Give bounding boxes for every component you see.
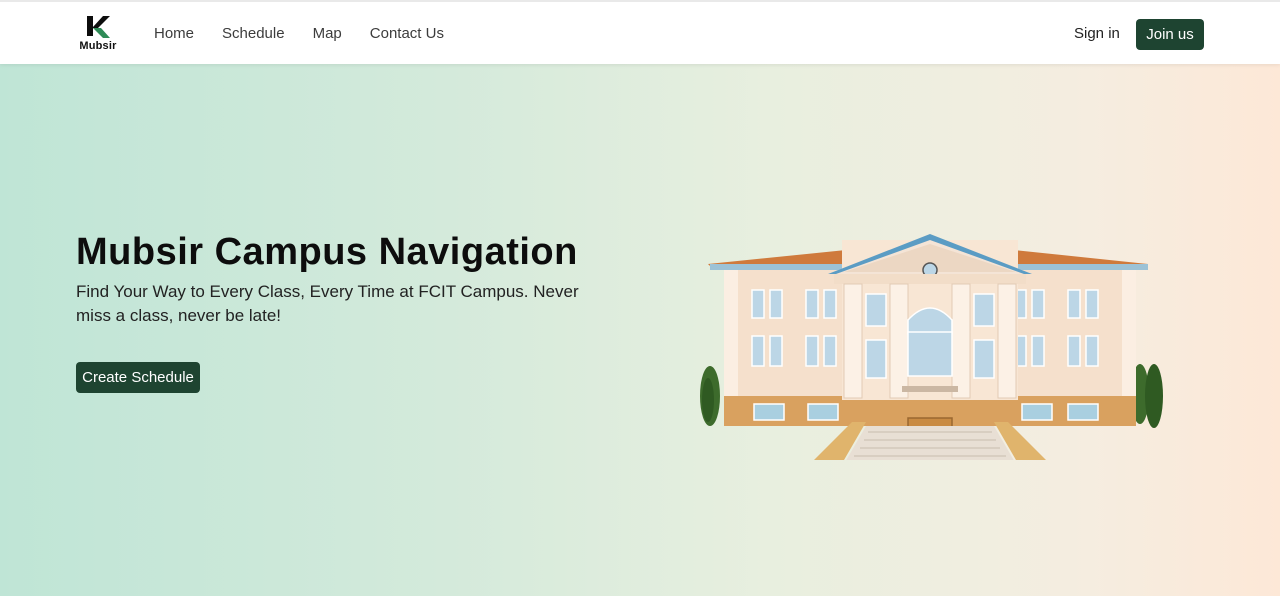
hero-title: Mubsir Campus Navigation [76, 231, 578, 273]
nav-link-home[interactable]: Home [154, 24, 194, 44]
brand-name: Mubsir [79, 40, 117, 52]
brand-logo[interactable]: Mubsir [76, 14, 120, 54]
sign-in-link[interactable]: Sign in [1074, 24, 1120, 44]
hero-section: Mubsir Campus Navigation Find Your Way t… [0, 64, 1280, 596]
campus-building-illustration [700, 234, 1163, 460]
nav-link-schedule[interactable]: Schedule [222, 24, 285, 44]
nav-link-map[interactable]: Map [313, 24, 342, 44]
logo-k-icon [87, 16, 110, 38]
hero-subtitle: Find Your Way to Every Class, Every Time… [76, 282, 579, 325]
join-us-button[interactable]: Join us [1136, 19, 1204, 50]
tree-left-icon [700, 366, 720, 426]
top-navbar: Mubsir Home Schedule Map Contact Us Sign… [0, 0, 1280, 64]
nav-link-contact-us[interactable]: Contact Us [370, 24, 444, 44]
create-schedule-button[interactable]: Create Schedule [76, 362, 200, 393]
main-nav: Home Schedule Map Contact Us [154, 24, 472, 44]
